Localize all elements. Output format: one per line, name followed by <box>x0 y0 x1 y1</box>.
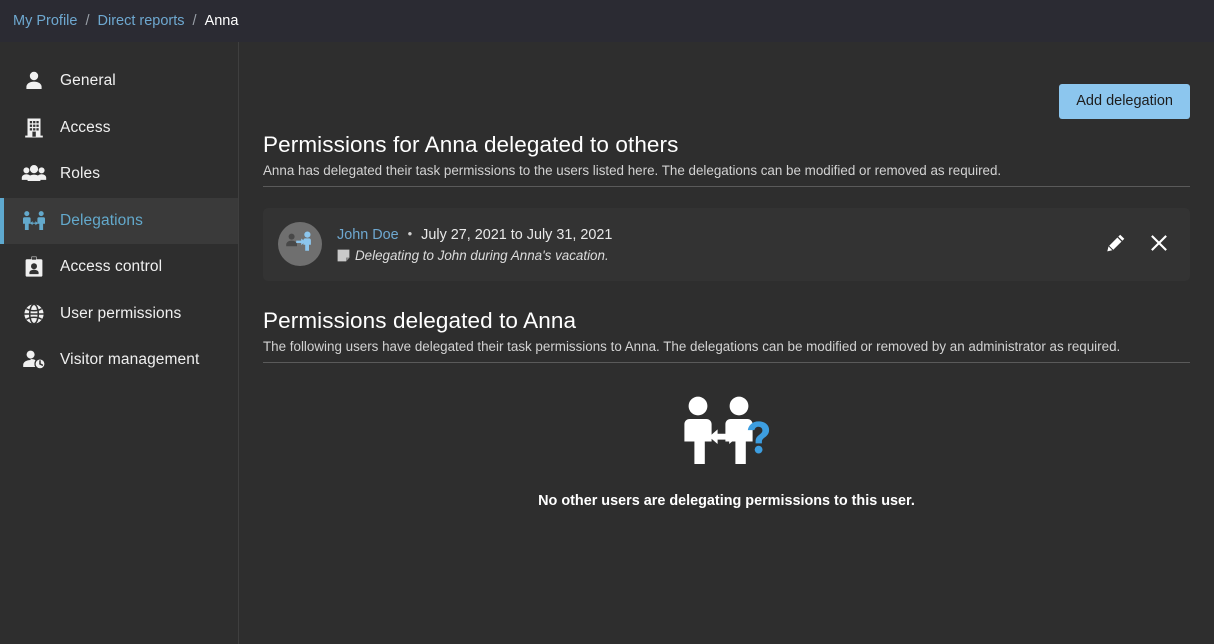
delegation-summary: John Doe • July 27, 2021 to July 31, 202… <box>337 226 1105 244</box>
delegation-date-range: July 27, 2021 to July 31, 2021 <box>421 226 613 243</box>
section-description: Anna has delegated their task permission… <box>263 163 1190 187</box>
sidebar-item-label: User permissions <box>60 304 182 322</box>
delegation-avatar-icon <box>285 227 315 262</box>
sidebar-item-delegations[interactable]: Delegations <box>0 197 238 244</box>
sidebar-item-general[interactable]: General <box>0 58 238 105</box>
sidebar-item-label: Roles <box>60 165 101 183</box>
main-content: Add delegation Permissions for Anna dele… <box>239 42 1214 644</box>
delegation-row[interactable]: John Doe • July 27, 2021 to July 31, 202… <box>263 207 1190 281</box>
breadcrumb: My Profile / Direct reports / Anna <box>13 13 238 29</box>
app-root: My Profile / Direct reports / Anna Gener… <box>0 0 1214 644</box>
section-delegated-to-anna: Permissions delegated to Anna The follow… <box>263 308 1190 509</box>
group-icon <box>20 160 48 188</box>
id-badge-icon <box>20 253 48 281</box>
delegation-icon <box>20 207 48 235</box>
close-icon <box>1150 234 1168 255</box>
sidebar-item-access-control[interactable]: Access control <box>0 244 238 291</box>
edit-delegation-button[interactable] <box>1105 233 1127 255</box>
sidebar-item-label: Access control <box>60 258 163 276</box>
note-icon <box>337 249 350 262</box>
sidebar-item-user-permissions[interactable]: User permissions <box>0 291 238 338</box>
delegation-actions <box>1105 233 1170 255</box>
section-title: Permissions for Anna delegated to others <box>263 131 679 157</box>
person-icon <box>20 67 48 95</box>
sidebar-item-label: Access <box>60 118 111 136</box>
avatar <box>278 222 322 266</box>
section-description: The following users have delegated their… <box>263 339 1190 363</box>
empty-state-message: No other users are delegating permission… <box>538 492 915 509</box>
add-delegation-button[interactable]: Add delegation <box>1059 84 1190 119</box>
delegate-user-link[interactable]: John Doe <box>337 226 399 244</box>
pencil-icon <box>1106 233 1126 255</box>
delegation-comment: Delegating to John during Anna's vacatio… <box>337 248 1105 263</box>
breadcrumb-item-my-profile[interactable]: My Profile <box>13 13 77 29</box>
sidebar: General Access Roles Delegations Access … <box>0 42 239 644</box>
content-toolbar: Add delegation <box>263 42 1190 119</box>
body-wrapper: General Access Roles Delegations Access … <box>0 42 1214 644</box>
delegation-comment-text: Delegating to John during Anna's vacatio… <box>355 247 609 263</box>
section-delegated-to-others: Permissions for Anna delegated to others… <box>263 132 1190 281</box>
sidebar-item-visitor-management[interactable]: Visitor management <box>0 337 238 384</box>
empty-state: No other users are delegating permission… <box>263 395 1190 509</box>
sidebar-item-label: Visitor management <box>60 351 200 369</box>
breadcrumb-separator: / <box>192 13 197 29</box>
sidebar-item-label: Delegations <box>60 211 143 229</box>
person-clock-icon <box>20 346 48 374</box>
remove-delegation-button[interactable] <box>1148 233 1170 255</box>
breadcrumb-item-direct-reports[interactable]: Direct reports <box>98 13 185 29</box>
breadcrumb-item-anna: Anna <box>204 13 239 29</box>
delegation-question-icon <box>679 395 775 470</box>
header-bar: My Profile / Direct reports / Anna <box>0 0 1214 42</box>
breadcrumb-separator: / <box>85 13 90 29</box>
globe-icon <box>20 300 48 328</box>
sidebar-item-access[interactable]: Access <box>0 105 238 152</box>
building-icon <box>20 114 48 142</box>
separator-dot: • <box>407 226 413 242</box>
delegation-details: John Doe • July 27, 2021 to July 31, 202… <box>337 226 1105 263</box>
sidebar-item-roles[interactable]: Roles <box>0 151 238 198</box>
section-title: Permissions delegated to Anna <box>263 307 577 333</box>
sidebar-item-label: General <box>60 72 116 90</box>
